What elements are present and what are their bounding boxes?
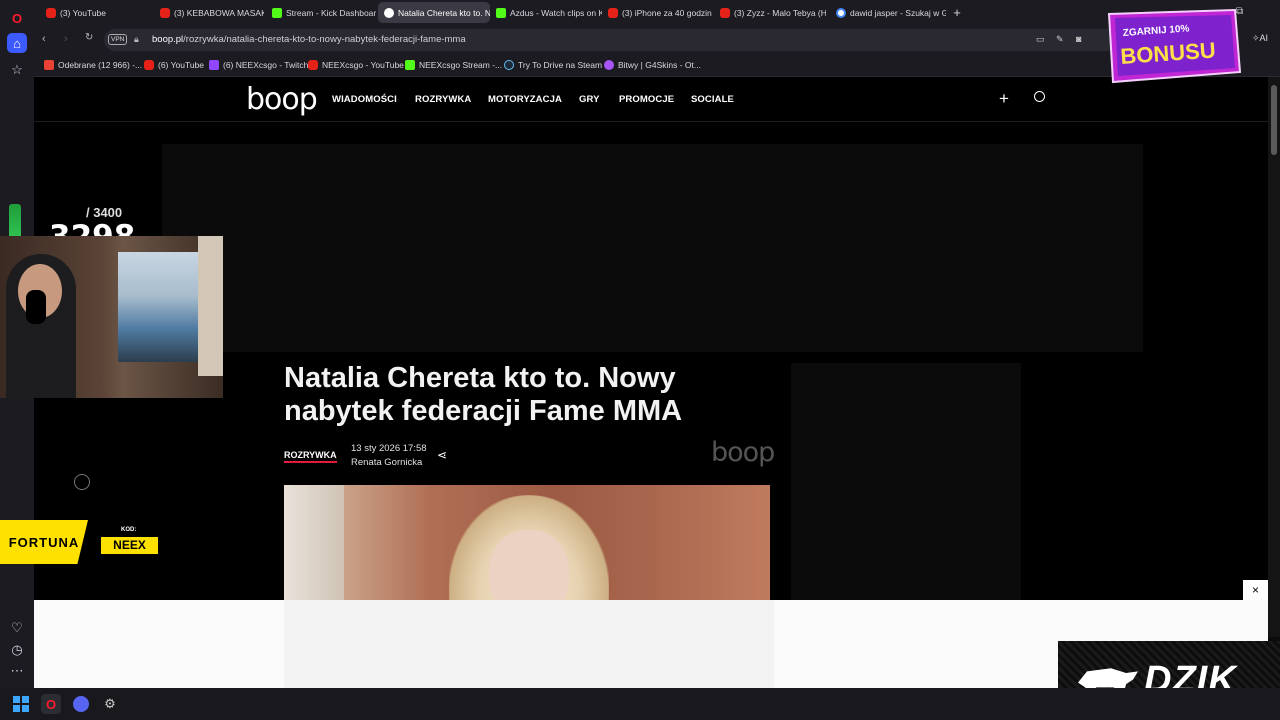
boop-watermark: boop (711, 437, 775, 468)
boop-icon (384, 7, 394, 18)
bookmark-twitch[interactable]: (6) NEEXcsgo - Twitch (209, 60, 308, 70)
google-icon (836, 7, 846, 18)
twitch-icon (209, 60, 219, 70)
url-text[interactable]: boop.pl/rozrywka/natalia-chereta-kto-to-… (152, 34, 466, 45)
bookmark-neex-youtube[interactable]: NEEXcsgo - YouTube (308, 60, 404, 70)
lock-icon[interactable]: 🔒︎ (134, 34, 139, 45)
kod-label: KOD: (121, 527, 137, 533)
headset-icon (26, 290, 46, 324)
youtube-icon (144, 60, 154, 70)
share-icon[interactable]: ⋖ (437, 448, 447, 462)
nav-sociale[interactable]: SOCIALE (691, 94, 734, 105)
history-icon[interactable]: ◷ (7, 640, 27, 660)
search-icon[interactable] (1034, 91, 1045, 102)
discord-icon[interactable] (71, 694, 91, 714)
webcam-overlay (0, 236, 223, 398)
back-icon[interactable]: ‹ (42, 33, 46, 45)
bookmark-g4skins[interactable]: Bitwy | G4Skins - Ot... (604, 60, 701, 70)
article-category[interactable]: ROZRYWKA (284, 450, 337, 463)
app-icon[interactable]: ⚙ (100, 694, 120, 714)
kick-icon (272, 7, 282, 18)
tab-kebabowa[interactable]: (3) KEBABOWA MASAKRA (154, 2, 264, 23)
bookmark-youtube[interactable]: (6) YouTube (144, 60, 204, 70)
loading-spinner-icon (74, 474, 90, 490)
site-navbar: boop WIADOMOŚCI ROZRYWKA MOTORYZACJA GRY… (34, 77, 1268, 122)
photo-door (284, 485, 344, 600)
address-bar[interactable]: VPN 🔒︎ boop.pl/rozrywka/natalia-chereta-… (104, 29, 1234, 51)
side-ad-placeholder (791, 363, 1021, 603)
forward-icon[interactable]: › (64, 33, 68, 45)
bonus-badge: ZGARNIJ 10% BONUSU (1107, 8, 1242, 84)
youtube-icon (46, 7, 56, 18)
tab-zyzz[interactable]: (3) Zyzz - Malo Tebya (Ha (714, 2, 826, 23)
taskbar: O ⚙ (0, 688, 1280, 720)
steam-icon (504, 60, 514, 70)
bookmark-steam[interactable]: Try To Drive na Steam (504, 60, 602, 70)
kod-value: NEEX (101, 537, 158, 554)
article-date: 13 sty 2026 17:58 (351, 443, 427, 454)
cam-window (118, 252, 198, 362)
plus-icon[interactable]: + (999, 89, 1009, 109)
scrollbar-thumb[interactable] (1271, 85, 1277, 155)
tab-google-search[interactable]: dawid jasper - Szukaj w G (830, 2, 946, 23)
photo-face (489, 530, 569, 600)
nav-motoryzacja[interactable]: MOTORYZACJA (488, 94, 562, 105)
gmail-icon (44, 60, 54, 70)
article-photo (284, 485, 770, 600)
close-ad-button[interactable]: × (1243, 580, 1268, 600)
tab-bar: (3) YouTube (3) KEBABOWA MASAKRA Stream … (34, 0, 1280, 25)
reload-icon[interactable]: ↻ (85, 32, 93, 43)
vpn-badge[interactable]: VPN (108, 34, 128, 45)
camera-icon[interactable]: ◙ (1076, 34, 1081, 44)
heart-icon[interactable]: ♡ (7, 618, 27, 638)
fortuna-logo: FORTUNA (0, 520, 88, 564)
article-title: Natalia Chereta kto to. Nowy nabytek fed… (284, 362, 683, 427)
edit-icon[interactable]: ✎ (1056, 34, 1064, 45)
windows-start-icon[interactable] (11, 694, 31, 714)
page-scrollbar[interactable] (1268, 77, 1280, 637)
nav-promocje[interactable]: PROMOCJE (619, 94, 674, 105)
tab-kick-dashboard[interactable]: Stream - Kick Dashboard (266, 2, 376, 23)
counter-max: / 3400 (86, 205, 123, 220)
youtube-icon (160, 7, 170, 18)
bookmark-neex-kick[interactable]: NEEXcsgo Stream -... (405, 60, 502, 70)
article-author[interactable]: Renata Gornicka (351, 457, 422, 468)
address-row: ‹ › ↻ VPN 🔒︎ boop.pl/rozrywka/natalia-ch… (34, 25, 1280, 55)
nav-wiadomosci[interactable]: WIADOMOŚCI (332, 94, 397, 105)
bookmark-gmail[interactable]: Odebrane (12 966) -... (44, 60, 142, 70)
more-icon[interactable]: ⋯ (7, 661, 27, 681)
new-tab-button[interactable]: + (948, 2, 966, 23)
tab-azdus[interactable]: Azdus - Watch clips on Ki (490, 2, 602, 23)
opera-logo-icon[interactable]: O (7, 8, 27, 28)
bookmarks-bar: Odebrane (12 966) -... (6) YouTube (6) N… (34, 55, 1280, 77)
pin-icon[interactable]: ☆ (7, 60, 27, 80)
youtube-icon (308, 60, 318, 70)
tab-iphone[interactable]: (3) iPhone za 40 godzin st (602, 2, 714, 23)
reader-icon[interactable]: ▭ (1036, 34, 1045, 45)
opera-taskbar-icon[interactable]: O (41, 694, 61, 714)
cam-curtain (198, 236, 223, 376)
site-logo[interactable]: boop (246, 82, 318, 117)
bottom-ad-content (284, 600, 774, 688)
nav-gry[interactable]: GRY (579, 94, 600, 105)
kick-icon (405, 60, 415, 70)
tab-boop-article[interactable]: Natalia Chereta kto to. Nc (378, 2, 490, 23)
g4skins-icon (604, 60, 614, 70)
youtube-icon (608, 7, 618, 18)
youtube-icon (720, 7, 730, 18)
nav-rozrywka[interactable]: ROZRYWKA (415, 94, 471, 105)
tab-youtube[interactable]: (3) YouTube (40, 2, 152, 23)
home-icon[interactable]: ⌂ (7, 33, 27, 53)
top-ad-placeholder (162, 144, 1143, 352)
kick-icon (496, 7, 506, 18)
aria-ai-button[interactable]: ✧AI (1252, 33, 1268, 44)
